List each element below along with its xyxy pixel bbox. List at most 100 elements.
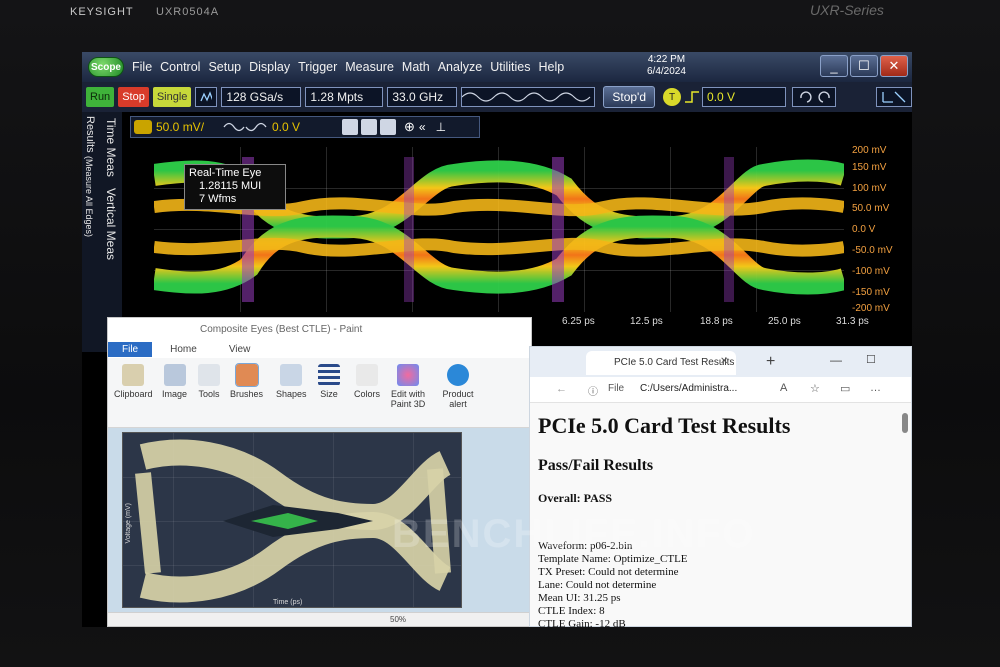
colors-group[interactable]: Colors <box>354 364 380 399</box>
menu-help[interactable]: Help <box>538 60 564 74</box>
more-icon[interactable]: … <box>870 382 881 394</box>
channel-badge-icon[interactable] <box>134 120 152 134</box>
paint-ribbon-tabs: File Home View <box>108 340 531 358</box>
trigger-icon[interactable]: T <box>663 88 682 106</box>
measure-all-edges-label[interactable]: (Measure All Edges) <box>84 156 94 237</box>
browser-minimize-button[interactable]: — <box>830 353 842 367</box>
y-tick: 150 mV <box>852 162 887 173</box>
time-meas-tab[interactable]: Time Meas <box>104 118 118 177</box>
results-tab[interactable]: Results <box>84 116 96 153</box>
vertical-meas-tab[interactable]: Vertical Meas <box>104 188 118 260</box>
pass-fail-heading: Pass/Fail Results <box>538 457 654 474</box>
menu-items: File Control Setup Display Trigger Measu… <box>132 60 572 74</box>
tools-group[interactable]: Tools <box>198 364 220 399</box>
collapse-icon[interactable]: « <box>419 120 426 134</box>
run-status-button[interactable]: Stop'd <box>603 86 656 108</box>
menu-setup[interactable]: Setup <box>208 60 241 74</box>
scroll-thumb[interactable] <box>902 413 908 433</box>
menu-control[interactable]: Control <box>160 60 200 74</box>
product-alert-group[interactable]: Product alert <box>438 364 478 409</box>
x-tick: 31.3 ps <box>836 316 869 327</box>
maximize-button[interactable]: ☐ <box>850 55 878 77</box>
y-tick: 0.0 V <box>852 224 876 235</box>
paint3d-group[interactable]: Edit with Paint 3D <box>388 364 428 409</box>
single-button[interactable]: Single <box>152 87 192 107</box>
scope-button[interactable]: Scope <box>88 57 124 77</box>
offset-down-button[interactable] <box>342 119 358 135</box>
monitor-bezel: KEYSIGHT UXR0504A UXR-Series Scope File … <box>0 0 1000 667</box>
paint-home-tab[interactable]: Home <box>170 344 197 355</box>
address-bar: ← ⓘ File C:/Users/Administra... A ☆ ▭ … <box>530 377 911 403</box>
sample-rate-field[interactable]: 128 GSa/s <box>221 87 302 107</box>
brushes-label: Brushes <box>230 389 264 399</box>
memory-depth-field[interactable]: 1.28 Mpts <box>305 87 384 107</box>
run-button[interactable]: Run <box>86 87 115 107</box>
url-field[interactable]: C:/Users/Administra... <box>640 383 737 394</box>
oscilloscope-screen: Scope File Control Setup Display Trigger… <box>82 52 912 627</box>
file-label: File <box>608 383 625 394</box>
zoom-tool-icon[interactable] <box>876 87 912 107</box>
stop-button[interactable]: Stop <box>118 87 149 107</box>
x-tick: 12.5 ps <box>630 316 663 327</box>
tools-icon <box>198 364 220 386</box>
browser-window[interactable]: PCIe 5.0 Card Test Results ✕ + — ☐ ← ⓘ F… <box>529 346 912 627</box>
channel-scale-field[interactable]: 50.0 mV/ <box>156 120 216 134</box>
menu-display[interactable]: Display <box>249 60 290 74</box>
clipboard-group[interactable]: Clipboard <box>114 364 153 399</box>
add-icon[interactable]: ⊕ <box>404 119 415 135</box>
back-icon[interactable]: ← <box>556 383 567 395</box>
acquisition-toolbar: Run Stop Single 128 GSa/s 1.28 Mpts 33.0… <box>82 82 912 112</box>
paint-statusbar: 50% <box>108 612 531 626</box>
shapes-label: Shapes <box>276 389 307 399</box>
shapes-group[interactable]: Shapes <box>276 364 307 399</box>
y-tick: 100 mV <box>852 183 887 194</box>
brushes-group[interactable]: Brushes <box>230 363 264 399</box>
info-icon[interactable]: ⓘ <box>588 383 598 398</box>
image-group[interactable]: Image <box>162 364 187 399</box>
menu-utilities[interactable]: Utilities <box>490 60 530 74</box>
tab-close-icon[interactable]: ✕ <box>720 356 728 367</box>
bandwidth-field[interactable]: 33.0 GHz <box>387 87 458 107</box>
y-tick: 50.0 mV <box>852 203 890 214</box>
paint-ribbon: Clipboard Image Tools Brushes Shapes Siz… <box>108 358 531 428</box>
pin-icon[interactable]: ⊥ <box>436 120 446 134</box>
paint-window[interactable]: Composite Eyes (Best CTLE) - Paint File … <box>107 317 532 627</box>
split-screen-icon[interactable]: ▭ <box>840 382 850 395</box>
new-tab-icon[interactable]: + <box>766 353 775 371</box>
favorite-star-icon[interactable]: ☆ <box>810 382 820 395</box>
clock-time: 4:22 PM <box>647 54 686 65</box>
plot-x-label: Time (ps) <box>273 599 303 606</box>
plot-y-label: Voltage (mV) <box>125 503 132 544</box>
browser-scrollbar[interactable] <box>902 407 908 627</box>
clock: 4:22 PM 6/4/2024 <box>647 54 686 78</box>
menu-measure[interactable]: Measure <box>345 60 394 74</box>
waveform-shape-icon <box>223 122 267 132</box>
colors-icon <box>356 364 378 386</box>
menu-trigger[interactable]: Trigger <box>298 60 337 74</box>
size-group[interactable]: Size <box>318 364 340 399</box>
offset-up-button[interactable] <box>380 119 396 135</box>
series-label: UXR-Series <box>810 2 884 18</box>
paint-view-tab[interactable]: View <box>229 344 251 355</box>
minimize-button[interactable]: _ <box>820 55 848 77</box>
autoscale-icon[interactable] <box>195 87 218 107</box>
x-tick: 18.8 ps <box>700 316 733 327</box>
size-icon <box>318 364 340 386</box>
offset-center-button[interactable] <box>361 119 377 135</box>
product-alert-label: Product alert <box>442 389 474 409</box>
read-aloud-icon[interactable]: A <box>780 382 787 394</box>
paint-file-tab[interactable]: File <box>108 341 153 357</box>
browser-maximize-button[interactable]: ☐ <box>866 353 876 366</box>
menu-file[interactable]: File <box>132 60 152 74</box>
zoom-level[interactable]: 50% <box>390 615 406 624</box>
channel-control-row: 50.0 mV/ 0.0 V ⊕ « ⊥ <box>130 116 480 138</box>
trigger-level-field[interactable]: 0.0 V <box>702 87 787 107</box>
eye-info-wfms: 7 Wfms <box>199 193 237 205</box>
menu-analyze[interactable]: Analyze <box>438 60 482 74</box>
close-button[interactable]: ✕ <box>880 55 908 77</box>
browser-tab[interactable]: PCIe 5.0 Card Test Results <box>586 351 736 375</box>
model-label: UXR0504A <box>156 6 220 18</box>
menu-math[interactable]: Math <box>402 60 430 74</box>
undo-redo-icon[interactable] <box>792 87 837 107</box>
channel-offset-field[interactable]: 0.0 V <box>272 120 332 134</box>
